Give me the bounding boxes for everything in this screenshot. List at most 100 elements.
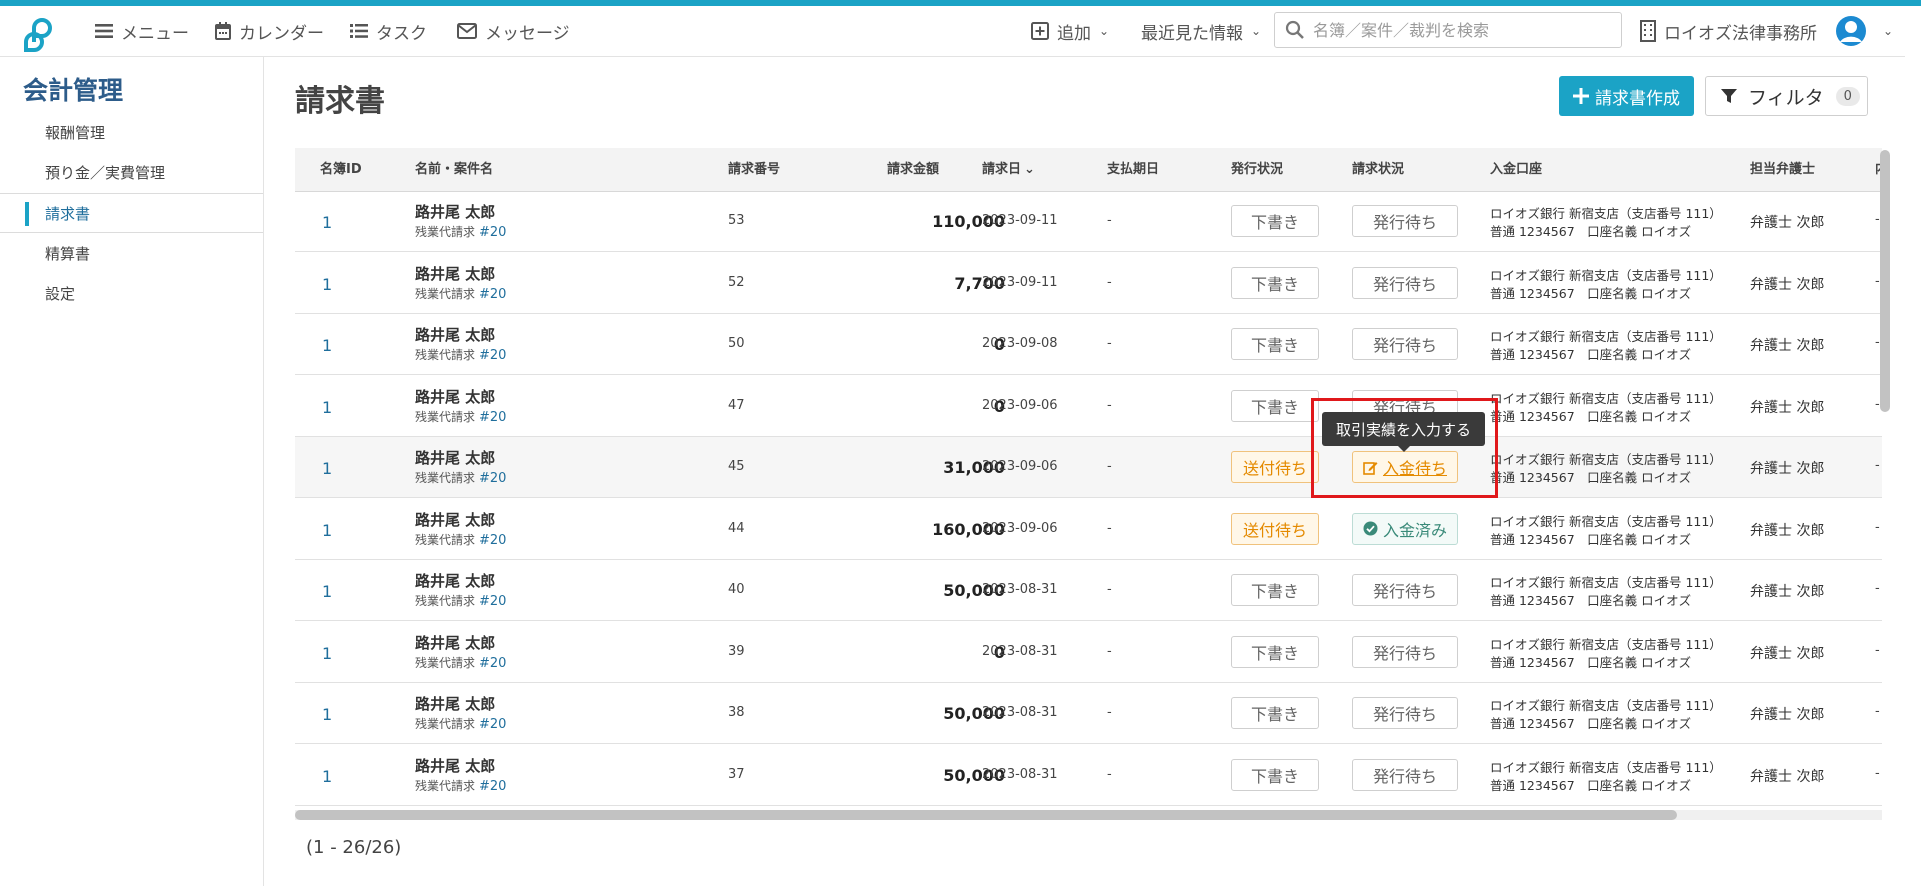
filter-button[interactable]: フィルタ 0 — [1705, 76, 1868, 116]
search-input[interactable] — [1311, 19, 1615, 41]
case-ref-link[interactable]: #20 — [479, 717, 506, 732]
column-header-name[interactable]: 名前・案件名 — [415, 148, 493, 191]
sidebar-item-deposits[interactable]: 預り金／実費管理 — [0, 152, 263, 192]
sidebar-item-settlements[interactable]: 精算書 — [0, 233, 263, 273]
case-ref-link[interactable]: #20 — [479, 225, 506, 240]
client-name-link[interactable]: 路井尾 太郎 — [415, 755, 495, 776]
table-row[interactable]: 1 路井尾 太郎 残業代請求 #20 38 50,000 2023-08-31 - 下書き 発行待… — [295, 683, 1882, 744]
office-selector[interactable]: ロイオズ法律事務所 — [1640, 19, 1817, 44]
client-name-link[interactable]: 路井尾 太郎 — [415, 386, 495, 407]
user-menu[interactable]: ⌄ — [1835, 16, 1893, 46]
client-id-link[interactable]: 1 — [322, 644, 332, 663]
issue-status-button[interactable]: 下書き — [1231, 205, 1319, 237]
client-name-link[interactable]: 路井尾 太郎 — [415, 201, 495, 222]
issue-status-button[interactable]: 送付待ち — [1231, 451, 1319, 483]
table-row[interactable]: 1 路井尾 太郎 残業代請求 #20 45 31,000 2023-09-06- 送付待ち 入金… — [295, 437, 1882, 498]
case-ref-link[interactable]: #20 — [479, 533, 506, 548]
table-row[interactable]: 1 路井尾 太郎 残業代請求 #20 37 50,000 2023-08-31 - 下書き 発行待… — [295, 745, 1882, 806]
sidebar-item-settings[interactable]: 設定 — [0, 273, 263, 313]
nav-calendar[interactable]: カレンダー — [215, 19, 324, 44]
horizontal-scroll-thumb[interactable] — [295, 810, 1677, 820]
extra-column-value: - — [1875, 765, 1880, 781]
column-header-lawyer[interactable]: 担当弁護士 — [1750, 148, 1815, 191]
assigned-lawyer: 弁護士 次郎 — [1750, 276, 1825, 293]
client-id-link[interactable]: 1 — [322, 582, 332, 601]
case-ref-link[interactable]: #20 — [479, 656, 506, 671]
client-id-link[interactable]: 1 — [322, 521, 332, 540]
table-row[interactable]: 1 路井尾 太郎 残業代請求 #20 50 0 2023-09-08 - 下書き 発行待ち ロイオズ… — [295, 314, 1882, 375]
bank-account-line2: 普通 1234567 口座名義 ロイオズ — [1490, 347, 1692, 362]
app-logo-icon[interactable] — [18, 12, 62, 56]
issue-status-button[interactable]: 下書き — [1231, 697, 1319, 729]
issue-status-button[interactable]: 下書き — [1231, 574, 1319, 606]
billing-status-button[interactable]: 発行待ち — [1352, 635, 1458, 668]
table-row[interactable]: 1 路井尾 太郎 残業代請求 #20 47 0 2023-09-06- 下書き 発行待ち ロイオズ… — [295, 376, 1882, 437]
vertical-scroll-thumb[interactable] — [1880, 150, 1890, 412]
issue-status-button[interactable]: 送付待ち — [1231, 512, 1319, 545]
client-name-link[interactable]: 路井尾 太郎 — [415, 693, 495, 714]
client-name-link[interactable]: 路井尾 太郎 — [415, 447, 495, 468]
client-id-link[interactable]: 1 — [322, 705, 332, 724]
issue-status-button[interactable]: 下書き — [1231, 389, 1319, 422]
case-ref-link[interactable]: #20 — [479, 287, 506, 302]
billing-status-button[interactable]: 発行待ち — [1352, 205, 1458, 237]
table-row[interactable]: 1 路井尾 太郎 残業代請求 #20 40 50,000 2023-08-31 - 下書き 発行待… — [295, 560, 1882, 621]
nav-task[interactable]: タスク — [350, 19, 427, 44]
column-header-id[interactable]: 名簿ID — [320, 148, 362, 191]
column-header-issue[interactable]: 発行状況 — [1231, 148, 1283, 191]
recent-label: 最近見た情報 — [1141, 23, 1243, 44]
nav-calendar-label: カレンダー — [239, 23, 324, 44]
billing-status-button[interactable]: 発行待ち — [1352, 574, 1458, 606]
client-name-link[interactable]: 路井尾 太郎 — [415, 263, 495, 284]
billing-status-button[interactable]: 発行待ち — [1352, 758, 1458, 791]
column-header-number[interactable]: 請求番号 — [728, 148, 780, 191]
issue-status-button[interactable]: 下書き — [1231, 635, 1319, 668]
case-ref-link[interactable]: #20 — [479, 471, 506, 486]
billing-status-label: 入金済み — [1382, 520, 1447, 540]
client-name-link[interactable]: 路井尾 太郎 — [415, 324, 495, 345]
billing-status-button[interactable]: 発行待ち — [1352, 697, 1458, 729]
case-name: 残業代請求 #20 — [415, 285, 506, 302]
billing-status-button[interactable]: 発行待ち — [1352, 266, 1458, 299]
nav-message-label: メッセージ — [485, 23, 570, 44]
case-ref-link[interactable]: #20 — [479, 410, 506, 425]
billing-status-button[interactable]: 入金済み — [1352, 512, 1458, 545]
column-header-amount[interactable]: 請求金額 — [887, 148, 939, 191]
column-header-due[interactable]: 支払期日 — [1107, 148, 1159, 191]
table-row[interactable]: 1 路井尾 太郎 残業代請求 #20 39 0 2023-08-31 - 下書き 発行待ち ロイオズ… — [295, 622, 1882, 683]
column-header-status[interactable]: 請求状況 — [1352, 148, 1404, 191]
create-invoice-button[interactable]: 請求書作成 — [1559, 76, 1694, 116]
client-id-link[interactable]: 1 — [322, 459, 332, 478]
issue-status-button[interactable]: 下書き — [1231, 328, 1319, 360]
invoice-amount: 50,000 — [943, 704, 1005, 723]
billing-status-button[interactable]: 発行待ち — [1352, 328, 1458, 360]
client-name-link[interactable]: 路井尾 太郎 — [415, 570, 495, 591]
search-box[interactable] — [1274, 12, 1622, 48]
client-id-link[interactable]: 1 — [322, 336, 332, 355]
issue-status-button[interactable]: 下書き — [1231, 266, 1319, 299]
case-ref-link[interactable]: #20 — [479, 594, 506, 609]
client-id-link[interactable]: 1 — [322, 767, 332, 786]
assigned-lawyer: 弁護士 次郎 — [1750, 215, 1825, 231]
client-id-link[interactable]: 1 — [322, 213, 332, 232]
case-ref-link[interactable]: #20 — [479, 348, 506, 363]
client-id-link[interactable]: 1 — [322, 275, 332, 294]
client-name-link[interactable]: 路井尾 太郎 — [415, 632, 495, 653]
nav-message[interactable]: メッセージ — [457, 19, 570, 44]
table-row[interactable]: 1 路井尾 太郎 残業代請求 #20 53 110,000 2023-09-11 - 下書き 発行… — [295, 191, 1882, 252]
column-header-date[interactable]: 請求日 ⌄ — [982, 148, 1035, 191]
case-ref-link[interactable]: #20 — [479, 779, 506, 794]
issue-status-button[interactable]: 下書き — [1231, 758, 1319, 791]
table-row[interactable]: 1 路井尾 太郎 残業代請求 #20 52 7,700 2023-09-11 - 下書き 発行待ち… — [295, 253, 1882, 314]
add-dropdown[interactable]: 追加 ⌄ — [1031, 19, 1109, 44]
client-id-link[interactable]: 1 — [322, 398, 332, 417]
recent-dropdown[interactable]: 最近見た情報 ⌄ — [1141, 19, 1261, 44]
client-name-link[interactable]: 路井尾 太郎 — [415, 509, 495, 530]
column-header-bank[interactable]: 入金口座 — [1490, 148, 1542, 191]
sidebar: 会計管理 報酬管理 預り金／実費管理 請求書 精算書 設定 — [0, 57, 264, 886]
sidebar-item-invoices[interactable]: 請求書 — [0, 193, 263, 233]
table-row[interactable]: 1 路井尾 太郎 残業代請求 #20 44 160,000 2023-09-06 - 送付待ち 入… — [295, 499, 1882, 560]
invoice-amount: 31,000 — [943, 458, 1005, 477]
sidebar-item-fees[interactable]: 報酬管理 — [0, 112, 263, 152]
nav-menu[interactable]: メニュー — [95, 19, 189, 44]
